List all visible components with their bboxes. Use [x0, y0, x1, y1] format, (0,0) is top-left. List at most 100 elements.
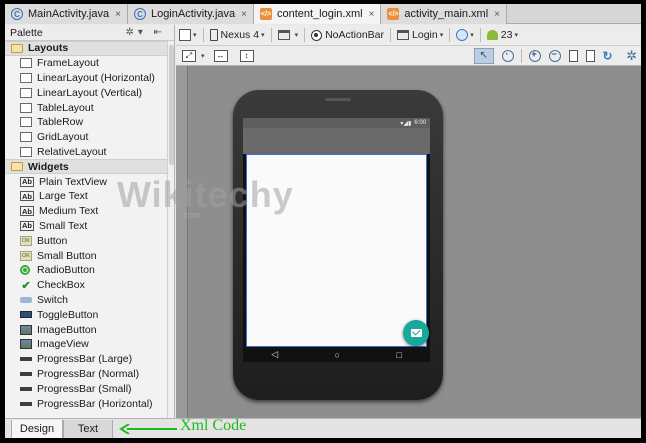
editor-tab-bar: C MainActivity.java × C LoginActivity.ja… [5, 4, 641, 24]
palette-item-imagebutton[interactable]: ImageButton [5, 322, 174, 337]
theme-button[interactable]: NoActionBar [308, 26, 387, 44]
orientation-dropdown[interactable]: ▾ [275, 26, 302, 44]
close-icon[interactable]: × [369, 9, 375, 20]
horizontal-resize-button[interactable]: ↔ [208, 47, 234, 65]
theme-icon [311, 29, 323, 41]
palette-item-small-text[interactable]: Ab Small Text [5, 219, 174, 234]
palette-item-tablerow[interactable]: TableRow [5, 115, 174, 130]
palette-item-progressbar-normal[interactable]: ProgressBar (Normal) [5, 367, 174, 382]
close-icon[interactable]: × [494, 9, 500, 20]
status-time: 6:00 [414, 120, 426, 126]
navigation-bar: ◁ ○ □ [243, 347, 430, 362]
palette-item-relativelayout[interactable]: RelativeLayout [5, 145, 174, 160]
item-label: FrameLayout [37, 57, 99, 70]
close-icon[interactable]: × [115, 9, 121, 20]
chevron-down-icon: ▾ [470, 32, 474, 39]
palette-item-linearlayout-vertical[interactable]: LinearLayout (Vertical) [5, 85, 174, 100]
item-label: Large Text [39, 190, 88, 203]
annotation-arrow [119, 424, 177, 434]
device-screen[interactable]: ▾◢▮ 6:00 ◁ ○ □ [243, 118, 430, 362]
screenshot-icon[interactable] [585, 49, 595, 62]
palette-list: Layouts FrameLayout LinearLayout (Horizo… [5, 41, 174, 411]
expand-icon: ⤢ [182, 49, 196, 62]
folder-icon [11, 43, 23, 53]
palette-group-widgets[interactable]: Widgets [5, 159, 174, 175]
palette-item-togglebutton[interactable]: ToggleButton [5, 307, 174, 322]
tab-activity-main[interactable]: </> activity_main.xml × [381, 4, 508, 24]
design-mode-dropdown[interactable]: ▾ [176, 26, 200, 44]
tab-design[interactable]: Design [11, 420, 63, 438]
activity-icon [397, 30, 410, 40]
document-icon[interactable] [568, 49, 578, 62]
fit-dropdown[interactable]: ⤢ ▾ [176, 47, 208, 65]
chevron-down-icon: ▾ [261, 32, 265, 39]
palette-item-button[interactable]: OK Button [5, 233, 174, 248]
palette-item-imageview[interactable]: ImageView [5, 337, 174, 352]
vertical-resize-button[interactable]: ↕ [234, 47, 260, 65]
checkbox-icon: ✔ [21, 279, 31, 292]
horizontal-arrows-icon: ↔ [213, 49, 228, 62]
chevron-down-icon: ▾ [514, 32, 518, 39]
zoom-actual-icon[interactable]: · [501, 49, 514, 62]
chevron-down-icon: ▾ [439, 32, 444, 39]
palette-item-tablelayout[interactable]: TableLayout [5, 100, 174, 115]
folder-icon [11, 162, 23, 172]
floating-action-button[interactable] [403, 320, 429, 346]
select-mode-icon[interactable] [473, 47, 494, 64]
device-label: Nexus 4 [220, 29, 260, 41]
palette-item-framelayout[interactable]: FrameLayout [5, 56, 174, 71]
item-label: Plain TextView [39, 175, 107, 188]
divider [270, 28, 272, 42]
palette-group-layouts[interactable]: Layouts [5, 41, 174, 56]
item-label: RadioButton [37, 264, 95, 277]
activity-dropdown[interactable]: Login ▾ [394, 26, 446, 44]
progress-bar-icon [20, 357, 32, 362]
item-label: GridLayout [37, 131, 89, 144]
palette-item-checkbox[interactable]: ✔ CheckBox [5, 278, 174, 293]
table-layout-icon [20, 102, 32, 113]
divider [520, 48, 522, 63]
scrollbar-thumb[interactable] [169, 45, 174, 165]
item-label: LinearLayout (Vertical) [37, 86, 143, 99]
design-toolbar-top: ▾ Nexus 4 ▾ ▾ NoActionBar Login ▾ ▾ 23 ▾ [176, 25, 641, 46]
item-label: Small Text [39, 219, 88, 232]
textview-icon: Ab [20, 206, 34, 217]
linear-layout-vertical-icon [20, 87, 32, 98]
annotation-label: Xml Code [180, 417, 247, 434]
zoom-in-icon[interactable]: + [528, 49, 541, 62]
palette-item-progressbar-small[interactable]: ProgressBar (Small) [5, 381, 174, 396]
palette-item-progressbar-horizontal[interactable]: ProgressBar (Horizontal) [5, 396, 174, 411]
tab-main-activity[interactable]: C MainActivity.java × [5, 4, 128, 24]
app-bar [243, 128, 430, 154]
xml-file-icon: </> [387, 8, 400, 20]
tab-content-login[interactable]: </> content_login.xml × [253, 4, 382, 24]
palette-item-linearlayout-horizontal[interactable]: LinearLayout (Horizontal) [5, 71, 174, 86]
palette-item-gridlayout[interactable]: GridLayout [5, 130, 174, 145]
android-icon [486, 30, 498, 40]
locale-dropdown[interactable]: ▾ [453, 26, 477, 44]
switch-icon [20, 296, 32, 303]
device-dropdown[interactable]: Nexus 4 ▾ [207, 26, 268, 44]
tab-login-activity[interactable]: C LoginActivity.java × [127, 4, 254, 24]
palette-scrollbar[interactable] [167, 41, 174, 418]
api-level-dropdown[interactable]: 23 ▾ [484, 26, 521, 44]
item-label: ProgressBar (Large) [37, 353, 133, 366]
xml-file-icon: </> [259, 8, 272, 20]
phone-speaker [325, 98, 351, 101]
palette-item-switch[interactable]: Switch [5, 293, 174, 308]
globe-icon [456, 29, 469, 41]
tab-text[interactable]: Text [63, 420, 113, 438]
item-label: LinearLayout (Horizontal) [37, 71, 155, 84]
gear-icon[interactable]: ✲▾ ⇤ [125, 27, 166, 38]
palette-item-small-button[interactable]: OK Small Button [5, 248, 174, 263]
close-icon[interactable]: × [241, 9, 247, 20]
gear-icon[interactable]: ✲ [626, 48, 637, 64]
zoom-out-icon[interactable]: − [548, 49, 561, 62]
item-label: Small Button [37, 249, 97, 262]
palette-title: Palette [10, 26, 43, 39]
design-toolbar-bottom: ⤢▾ ↔ ↕ · + − ↻ ✲ [176, 46, 641, 66]
back-icon: ◁ [271, 349, 279, 359]
refresh-icon[interactable]: ↻ [603, 49, 613, 63]
palette-item-progressbar-large[interactable]: ProgressBar (Large) [5, 352, 174, 367]
palette-item-radiobutton[interactable]: RadioButton [5, 263, 174, 278]
